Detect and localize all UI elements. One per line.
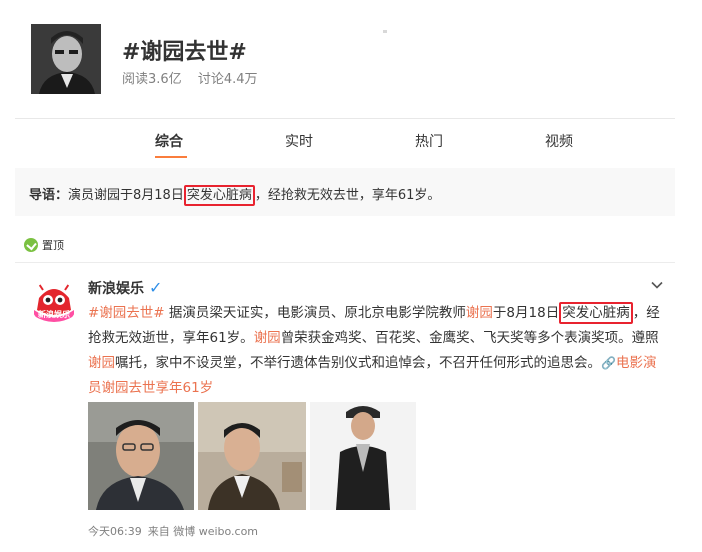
guide-highlight: 突发心脏病: [183, 185, 255, 206]
guide-text-before: 演员谢园于8月18日: [68, 188, 184, 203]
pinned-label: 置顶: [24, 237, 64, 253]
post-photo-3[interactable]: [310, 402, 416, 510]
post-photo-1[interactable]: [88, 402, 194, 510]
topic-header: #谢园去世# 阅读3.6亿 讨论4.4万: [0, 0, 702, 118]
guide-label: 导语：: [29, 188, 69, 203]
link-icon: 🔗: [601, 356, 616, 370]
author-avatar[interactable]: 新浪娱乐: [31, 280, 77, 326]
topic-title: #谢园去世#: [122, 40, 247, 65]
topic-avatar: [31, 24, 101, 94]
post-seg: 于8月18日: [492, 305, 560, 321]
mention-link[interactable]: 谢园: [254, 330, 281, 346]
verified-v-icon: ✓: [149, 278, 163, 297]
guide-text: 导语：演员谢园于8月18日 突发心脏病 ，经抢救无效去世，享年61岁。: [29, 184, 441, 206]
pinned-text: 置顶: [42, 239, 64, 252]
chevron-down-icon[interactable]: [651, 279, 663, 291]
author-name-text: 新浪娱乐: [88, 281, 144, 297]
read-count: 阅读3.6亿: [122, 72, 182, 87]
pin-icon: [24, 238, 38, 252]
post-source: 来自 微博 weibo.com: [147, 525, 259, 538]
post-photo-2[interactable]: [198, 402, 306, 510]
tab-realtime[interactable]: 实时: [285, 131, 313, 151]
active-tab-indicator: [155, 156, 187, 158]
post-text: #谢园去世# 据演员梁天证实，电影演员、原北京电影学院教师谢园于8月18日 突发心…: [88, 301, 663, 401]
topic-tag-link[interactable]: #谢园去世#: [88, 305, 165, 321]
post-seg: 曾荣获金鸡奖、百花奖、金鹰奖、飞天奖等多个表演奖项。遵照: [280, 330, 659, 346]
post-meta: 今天06:39 来自 微博 weibo.com: [88, 523, 264, 539]
post-time[interactable]: 今天06:39: [88, 525, 142, 538]
mention-link[interactable]: 谢园: [88, 355, 115, 371]
guide-box: 导语：演员谢园于8月18日 突发心脏病 ，经抢救无效去世，享年61岁。: [15, 168, 675, 216]
post-highlight: 突发心脏病: [559, 302, 633, 324]
tab-bar: 综合 实时 热门 视频: [15, 118, 675, 162]
mention-link[interactable]: 谢园: [466, 305, 493, 321]
author-name[interactable]: 新浪娱乐 ✓: [88, 278, 162, 298]
tab-hot[interactable]: 热门: [415, 131, 443, 151]
tab-comprehensive[interactable]: 综合: [155, 131, 183, 151]
discussion-count: 讨论4.4万: [197, 72, 258, 87]
tab-video[interactable]: 视频: [545, 131, 573, 151]
post-seg: 嘱托，家中不设灵堂，不举行遗体告别仪式和追悼会，不召开任何形式的追思会。: [115, 355, 601, 371]
divider: [15, 262, 675, 263]
decorative-dot: [383, 30, 387, 33]
post-seg: 据演员梁天证实，电影演员、原北京电影学院教师: [164, 305, 466, 321]
avatar-logo-text: 新浪娱乐: [38, 309, 70, 319]
guide-text-after: ，经抢救无效去世，享年61岁。: [254, 188, 441, 203]
topic-stats: 阅读3.6亿 讨论4.4万: [122, 68, 270, 87]
